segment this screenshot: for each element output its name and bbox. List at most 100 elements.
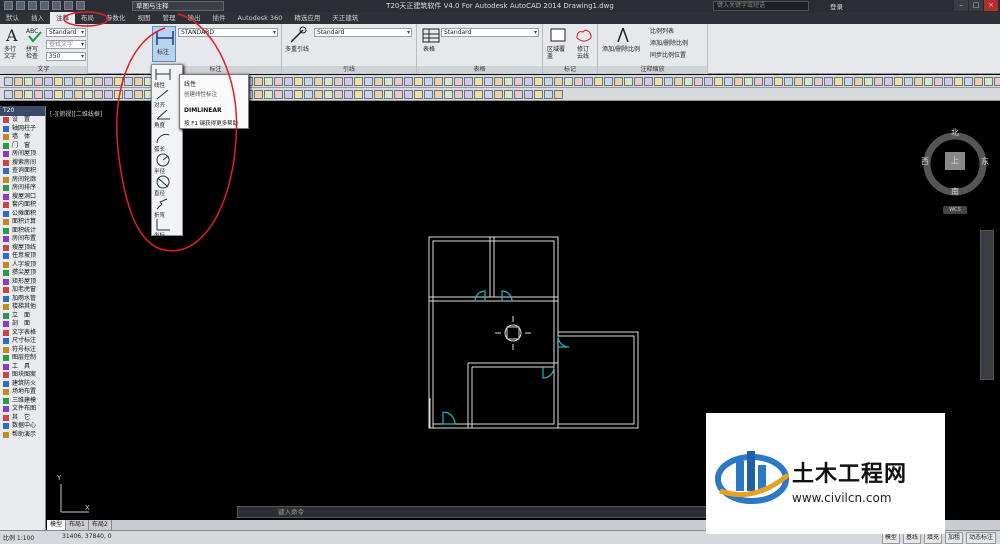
toolbar-tool-icon[interactable] <box>4 77 13 86</box>
palette-item[interactable]: 搜屋顶线 <box>0 244 45 253</box>
palette-item[interactable]: 公摊面积 <box>0 210 45 219</box>
tab-parametric[interactable]: 参数化 <box>100 12 132 24</box>
toolbar-tool-icon[interactable] <box>604 77 613 86</box>
dyn-dim-toggle[interactable]: 动态标注 <box>965 532 996 544</box>
toolbar-tool-icon[interactable] <box>954 77 963 86</box>
toolbar-tool-icon[interactable] <box>684 77 693 86</box>
toolbar-tool-icon[interactable] <box>724 77 733 86</box>
toolbar-tool-icon[interactable] <box>964 77 973 86</box>
toolbar-tool-icon[interactable] <box>84 77 93 86</box>
toolbar-tool-icon[interactable] <box>404 77 413 86</box>
wipeout-button[interactable]: 区域覆盖 <box>547 46 569 60</box>
toolbar-tool-icon[interactable] <box>24 90 33 99</box>
toolbar-tool-icon[interactable] <box>624 77 633 86</box>
spellcheck-button[interactable]: 拼写检查 <box>26 46 40 60</box>
multiline-text-button[interactable]: 多行文字 <box>4 46 16 60</box>
palette-item[interactable]: 建筑防火 <box>0 380 45 389</box>
toolbar-tool-icon[interactable] <box>764 77 773 86</box>
search-input[interactable]: 键入关键字或短语 <box>713 1 809 11</box>
toolbar-tool-icon[interactable] <box>984 77 993 86</box>
toolbar-tool-icon[interactable] <box>284 90 293 99</box>
toolbar-tool-icon[interactable] <box>614 77 623 86</box>
toolbar-tool-icon[interactable] <box>434 77 443 86</box>
toolbar-tool-icon[interactable] <box>4 90 13 99</box>
palette-item[interactable]: 任意坡顶 <box>0 252 45 261</box>
toolbar-tool-icon[interactable] <box>424 77 433 86</box>
dim-jogged-item[interactable]: 折弯 <box>154 197 182 219</box>
toolbar-tool-icon[interactable] <box>124 90 133 99</box>
toolbar-tool-icon[interactable] <box>74 90 83 99</box>
toolbar-tool-icon[interactable] <box>254 77 263 86</box>
toolbar-tool-icon[interactable] <box>64 77 73 86</box>
toolbar-tool-icon[interactable] <box>864 77 873 86</box>
tab-default[interactable]: 默认 <box>0 12 25 24</box>
palette-item[interactable]: 剖 面 <box>0 320 45 329</box>
palette-item[interactable]: 搜屋洞口 <box>0 193 45 202</box>
palette-item[interactable]: 加雨水管 <box>0 295 45 304</box>
palette-item[interactable]: 房间屋顶 <box>0 150 45 159</box>
compass-west[interactable]: 西 <box>921 156 929 167</box>
tab-annotate[interactable]: 注释 <box>50 12 75 24</box>
tab-layout[interactable]: 布局 <box>75 12 100 24</box>
toolbar-tool-icon[interactable] <box>274 77 283 86</box>
dim-angular-item[interactable]: 角度 <box>154 107 182 129</box>
multileader-icon[interactable] <box>288 26 308 44</box>
annotation-scale-panel-label[interactable]: 注释缩放 <box>598 66 707 74</box>
palette-item[interactable]: 帮助演示 <box>0 431 45 440</box>
toolbar-tool-icon[interactable] <box>294 77 303 86</box>
toolbar-tool-icon[interactable] <box>524 90 533 99</box>
command-input[interactable]: 键入命令 <box>237 506 707 518</box>
multiline-text-icon[interactable]: A <box>4 26 24 44</box>
toolbar-tool-icon[interactable] <box>384 90 393 99</box>
revcloud-icon[interactable] <box>574 26 594 44</box>
dim-diameter-item[interactable]: 直径 <box>154 175 182 197</box>
toolbar-tool-icon[interactable] <box>354 77 363 86</box>
tab-plugins[interactable]: 插件 <box>207 12 232 24</box>
toolbar-tool-icon[interactable] <box>914 77 923 86</box>
palette-item[interactable]: 文字表格 <box>0 329 45 338</box>
toolbar-tool-icon[interactable] <box>524 77 533 86</box>
login-button[interactable]: 登录 <box>830 1 843 11</box>
dim-ordinate-item[interactable]: 坐标 <box>154 217 182 239</box>
compass-east[interactable]: 东 <box>981 156 989 167</box>
toolbar-tool-icon[interactable] <box>944 77 953 86</box>
palette-item[interactable]: 图块图案 <box>0 371 45 380</box>
tab-output[interactable]: 输出 <box>182 12 207 24</box>
toolbar-tool-icon[interactable] <box>634 77 643 86</box>
toolbar-tool-icon[interactable] <box>334 77 343 86</box>
palette-item[interactable]: 墙 体 <box>0 133 45 142</box>
toolbar-tool-icon[interactable] <box>494 77 503 86</box>
toolbar-tool-icon[interactable] <box>34 90 43 99</box>
toolbar-tool-icon[interactable] <box>774 77 783 86</box>
toolbar-tool-icon[interactable] <box>274 90 283 99</box>
tab-layout1[interactable]: 布局1 <box>66 520 89 530</box>
toolbar-tool-icon[interactable] <box>974 77 983 86</box>
toolbar-tool-icon[interactable] <box>544 90 553 99</box>
tab-tangent[interactable]: 天正建筑 <box>326 12 364 24</box>
toolbar-tool-icon[interactable] <box>334 90 343 99</box>
toolbar-tool-icon[interactable] <box>304 90 313 99</box>
toolbar-tool-icon[interactable] <box>534 90 543 99</box>
toolbar-tool-icon[interactable] <box>534 77 543 86</box>
toolbar-tool-icon[interactable] <box>784 77 793 86</box>
wipeout-icon[interactable] <box>548 26 568 44</box>
toolbar-tool-icon[interactable] <box>504 90 513 99</box>
toolbar-tool-icon[interactable] <box>464 90 473 99</box>
palette-item[interactable]: 门 窗 <box>0 142 45 151</box>
toolbar-tool-icon[interactable] <box>474 90 483 99</box>
toolbar-tool-icon[interactable] <box>14 77 23 86</box>
text-height-select[interactable]: 350 <box>46 52 86 61</box>
toolbar-tool-icon[interactable] <box>54 90 63 99</box>
toolbar-tool-icon[interactable] <box>364 77 373 86</box>
tab-manage[interactable]: 管理 <box>157 12 182 24</box>
table-style-select[interactable]: Standard <box>441 28 539 37</box>
toolbar-tool-icon[interactable] <box>394 90 403 99</box>
palette-item[interactable]: 场地布置 <box>0 388 45 397</box>
toolbar-tool-icon[interactable] <box>654 77 663 86</box>
toolbar-tool-icon[interactable] <box>494 90 503 99</box>
toolbar-tool-icon[interactable] <box>694 77 703 86</box>
toolbar-tool-icon[interactable] <box>554 77 563 86</box>
toolbar-tool-icon[interactable] <box>44 77 53 86</box>
palette-item[interactable]: 面积统计 <box>0 227 45 236</box>
palette-item[interactable]: 面积计算 <box>0 218 45 227</box>
